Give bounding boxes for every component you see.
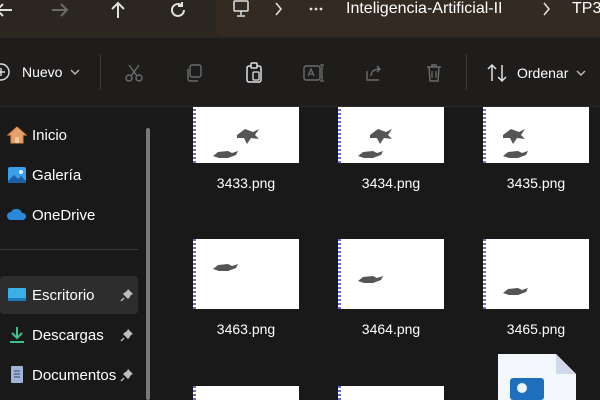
image-thumbnail[interactable]: [338, 386, 444, 400]
sidebar-item-label: Escritorio: [32, 286, 95, 304]
file-name: 3434.png: [361, 175, 421, 191]
sidebar-item-galeria[interactable]: Galería: [0, 156, 138, 194]
sidebar-item-onedrive[interactable]: OneDrive: [0, 196, 138, 234]
file-name: 3435.png: [506, 175, 566, 191]
image-thumbnail: [338, 107, 444, 163]
up-arrow-icon[interactable]: [106, 0, 130, 20]
breadcrumb-segment[interactable]: Inteligencia-Artificial-II: [346, 0, 503, 18]
image-thumbnail: [483, 239, 589, 309]
separator: [0, 249, 138, 250]
chevron-down-icon: [70, 69, 80, 75]
sidebar-scrollbar[interactable]: [146, 128, 150, 400]
sidebar-item-label: Descargas: [32, 326, 104, 344]
forward-arrow-icon[interactable]: [48, 0, 72, 20]
plus-icon: [0, 63, 10, 81]
sidebar-item-inicio[interactable]: Inicio: [0, 116, 138, 154]
file-name: 3465.png: [506, 321, 566, 337]
new-button[interactable]: Nuevo: [0, 61, 80, 83]
pin-icon[interactable]: [120, 288, 134, 302]
image-thumbnail: [193, 107, 299, 163]
downloads-icon: [10, 327, 24, 343]
sidebar-item-label: Inicio: [32, 126, 68, 144]
delete-icon[interactable]: [422, 62, 446, 84]
share-icon[interactable]: [362, 62, 386, 84]
sidebar-item-label: OneDrive: [32, 206, 96, 224]
chevron-right-icon[interactable]: [274, 0, 284, 21]
chevron-down-icon: [576, 70, 586, 76]
file-grid: 3433.png 3434.png 3435.png 3463.png 3464…: [160, 107, 600, 400]
new-label: Nuevo: [22, 64, 63, 80]
documents-icon: [11, 366, 23, 383]
image-thumbnail: [193, 239, 299, 309]
onedrive-icon: [7, 208, 27, 220]
more-icon[interactable]: [308, 1, 324, 20]
image-thumbnail: [338, 239, 444, 309]
sort-icon: [487, 63, 507, 83]
file-name: 3433.png: [216, 175, 276, 191]
gallery-icon: [8, 167, 26, 183]
desktop-icon: [8, 288, 26, 301]
back-arrow-icon[interactable]: [0, 0, 16, 20]
address-bar[interactable]: Inteligencia-Artificial-II TP3: [216, 0, 600, 36]
refresh-icon[interactable]: [166, 0, 190, 20]
copy-icon[interactable]: [182, 62, 206, 84]
sort-label: Ordenar: [517, 65, 569, 81]
sidebar-item-documentos[interactable]: Documentos: [0, 356, 138, 394]
file-type-icon[interactable]: [498, 354, 576, 400]
image-thumbnail[interactable]: [193, 386, 299, 400]
image-thumbnail: [483, 107, 589, 163]
file-name: 3463.png: [216, 321, 276, 337]
command-bar: Nuevo Ordenar: [0, 38, 600, 107]
pin-icon[interactable]: [120, 328, 134, 342]
separator: [100, 54, 101, 90]
separator: [466, 54, 467, 90]
sidebar-item-escritorio[interactable]: Escritorio: [0, 276, 138, 314]
this-pc-icon: [232, 0, 250, 21]
file-name: 3464.png: [361, 321, 421, 337]
title-bar: Inteligencia-Artificial-II TP3: [0, 0, 600, 38]
breadcrumb-segment[interactable]: TP3: [572, 0, 600, 18]
sidebar-item-descargas[interactable]: Descargas: [0, 316, 138, 354]
navigation-pane: Inicio Galería OneDrive Escritorio Desca…: [0, 107, 160, 400]
home-icon: [6, 126, 28, 144]
sort-button[interactable]: Ordenar: [486, 62, 586, 84]
chevron-right-icon[interactable]: [542, 0, 552, 21]
pin-icon[interactable]: [120, 368, 134, 382]
sidebar-item-label: Galería: [32, 166, 82, 184]
sidebar-item-label: Documentos: [32, 366, 117, 384]
rename-icon[interactable]: [302, 62, 326, 84]
paste-icon[interactable]: [242, 62, 266, 84]
cut-icon[interactable]: [122, 62, 146, 84]
